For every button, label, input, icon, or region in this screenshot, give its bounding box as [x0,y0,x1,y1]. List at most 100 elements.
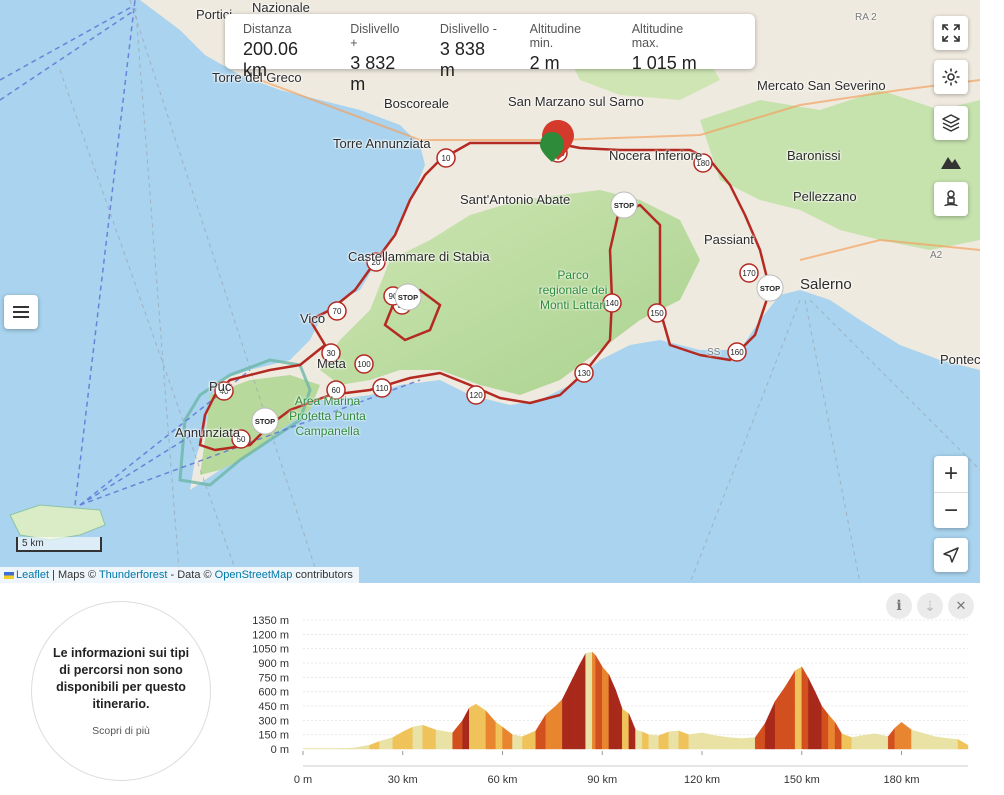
elevation-slice [342,748,347,750]
elevation-slice [834,721,839,750]
menu-button[interactable] [4,295,38,329]
elevation-slice [934,736,939,750]
elevation-slice [854,736,859,750]
stat-value: 3 832 m [350,53,396,94]
elevation-slice [425,726,430,750]
elevation-slice [665,731,669,750]
terrain-button[interactable] [934,144,968,178]
fullscreen-button[interactable] [934,16,968,50]
elevation-slice [828,714,832,750]
place-label: Annunziata [175,425,241,440]
gear-icon [942,68,960,86]
elevation-slice [921,732,925,750]
elevation-slice [359,746,364,750]
elevation-slice [668,731,673,750]
elevation-slice [432,728,437,750]
elevation-slice [821,705,826,750]
elevation-slice [774,695,779,750]
zoom-out-button[interactable]: − [934,492,968,528]
elevation-slice [465,707,470,750]
elevation-slice [907,726,912,750]
stat-label: Distanza [243,22,292,36]
settings-button[interactable] [934,60,968,94]
elevation-slice [372,742,377,750]
elevation-slice [904,724,909,750]
stop-marker: STOP [756,274,784,302]
elevation-slice [735,737,739,750]
zoom-in-button[interactable]: + [934,456,968,492]
svg-text:STOP: STOP [398,293,418,302]
stat-value: 2 m [529,53,560,73]
elevation-slice [788,675,792,750]
osm-link[interactable]: OpenStreetMap [215,569,293,581]
elevation-slice [818,698,822,750]
svg-text:STOP: STOP [614,201,634,210]
elevation-slice [625,710,630,750]
elevation-slice [675,730,679,750]
elevation-slice [881,734,886,750]
place-label: Castellammare di Stabia [348,249,490,264]
elevation-slice [452,728,457,750]
elevation-slice [648,734,653,750]
stat-label: Dislivello - [439,22,497,36]
elevation-slice [937,736,942,750]
stat-0: Distanza 200.06 km [243,22,320,80]
svg-text:10: 10 [442,154,451,163]
elevation-slice [362,745,367,750]
elevation-slice [538,719,543,750]
elevation-slice [449,731,453,750]
elevation-slice [469,705,473,750]
elevation-slice [389,737,393,750]
elevation-slice [755,732,759,750]
fullscreen-icon [942,24,960,42]
elevation-slice [525,733,530,750]
elevation-slice [801,666,806,750]
elevation-slice [522,734,526,750]
elevation-slice [409,726,413,750]
km-marker: 70 [327,301,347,321]
elevation-slice [392,735,397,750]
svg-text:170: 170 [742,269,756,278]
place-label: Salerno [800,276,852,293]
place-label: Sant'Antonio Abate [460,192,571,207]
elevation-slice [871,733,876,750]
elevation-slice [791,669,796,750]
thunderforest-link[interactable]: Thunderforest [99,569,167,581]
place-label: Torre Annunziata [333,136,431,151]
stat-label: Dislivello + [350,22,400,50]
elevation-slice [764,715,769,750]
elevation-chart[interactable]: 1350 m 1200 m 1050 m 900 m 750 m 600 m 450 m 30… [240,608,980,788]
elevation-slice [399,731,403,750]
layers-button[interactable] [934,106,968,140]
route-type-info: Le informazioni sui tipi di percorsi non… [31,601,211,781]
elevation-slice [612,682,616,750]
elevation-slice [339,748,344,750]
x-tick-label: 150 km [784,774,820,786]
svg-text:100: 100 [357,360,371,369]
elevation-slice [731,737,736,750]
elevation-slice [352,747,357,750]
elevation-slice [628,713,633,750]
zoom-control: + − [934,456,968,528]
y-tick-label: 750 m [258,672,289,684]
elevation-panel: Le informazioni sui tipi di percorsi non… [0,583,1004,795]
elevation-slice [595,654,600,750]
elevation-slice [445,731,450,750]
locate-button[interactable] [934,538,968,572]
elevation-slice [422,724,427,750]
place-label: SS [707,347,721,358]
elevation-slice [708,733,713,750]
elevation-slice [891,727,896,750]
person-button[interactable] [934,182,968,216]
elevation-slice [721,736,726,750]
stop-marker: STOP [251,407,279,435]
map-view[interactable]: 1020304050607080901001101201301401501601… [0,0,980,583]
elevation-slice [678,730,683,750]
elevation-slice [964,742,969,750]
x-tick-label: 60 km [488,774,518,786]
svg-text:STOP: STOP [760,284,780,293]
leaflet-link[interactable]: Leaflet [16,569,49,581]
elevation-slice [592,651,596,750]
elevation-slice [768,708,773,750]
learn-more-link[interactable]: Scopri di più [92,725,150,737]
